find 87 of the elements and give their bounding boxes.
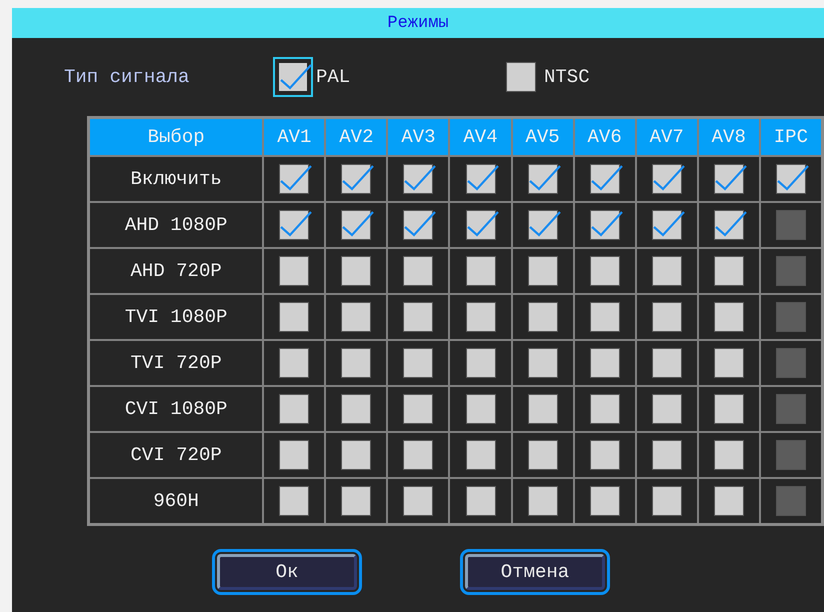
mode-checkbox[interactable] xyxy=(652,164,682,194)
mode-checkbox[interactable] xyxy=(652,348,682,378)
column-header: AV1 xyxy=(263,118,326,156)
mode-checkbox[interactable] xyxy=(714,440,744,470)
mode-checkbox[interactable] xyxy=(466,256,496,286)
mode-checkbox[interactable] xyxy=(590,302,620,332)
column-header: AV7 xyxy=(636,118,698,156)
mode-checkbox[interactable] xyxy=(590,486,620,516)
mode-checkbox[interactable] xyxy=(714,394,744,424)
mode-checkbox[interactable] xyxy=(279,256,310,286)
mode-checkbox[interactable] xyxy=(590,164,620,194)
mode-checkbox[interactable] xyxy=(528,486,558,516)
mode-checkbox[interactable] xyxy=(341,256,372,286)
mode-checkbox[interactable] xyxy=(341,210,372,240)
mode-checkbox[interactable] xyxy=(279,394,310,424)
row-label: AHD 1080P xyxy=(124,214,228,236)
signal-checkbox[interactable] xyxy=(506,62,536,92)
column-header: IPC xyxy=(760,118,822,156)
mode-checkbox[interactable] xyxy=(279,348,310,378)
mode-checkbox[interactable] xyxy=(341,348,372,378)
mode-checkbox[interactable] xyxy=(341,164,372,194)
mode-checkbox[interactable] xyxy=(714,486,744,516)
mode-checkbox[interactable] xyxy=(590,440,620,470)
mode-checkbox[interactable] xyxy=(466,348,496,378)
mode-checkbox[interactable] xyxy=(714,348,744,378)
mode-checkbox[interactable] xyxy=(403,348,434,378)
mode-checkbox[interactable] xyxy=(590,394,620,424)
column-header: AV4 xyxy=(449,118,512,156)
row-label: TVI 1080P xyxy=(124,306,228,328)
mode-checkbox[interactable] xyxy=(528,348,558,378)
mode-checkbox[interactable] xyxy=(403,440,434,470)
mode-checkbox[interactable] xyxy=(528,440,558,470)
mode-checkbox[interactable] xyxy=(403,164,434,194)
mode-checkbox[interactable] xyxy=(341,302,372,332)
row-label: CVI 1080P xyxy=(124,398,228,420)
mode-checkbox[interactable] xyxy=(652,394,682,424)
column-header: AV3 xyxy=(387,118,450,156)
row-label: Включить xyxy=(130,168,223,190)
row-label: TVI 720P xyxy=(130,352,223,374)
mode-checkbox[interactable] xyxy=(403,302,434,332)
column-header: AV8 xyxy=(698,118,760,156)
mode-checkbox[interactable] xyxy=(590,348,620,378)
mode-checkbox[interactable] xyxy=(341,394,372,424)
mode-checkbox[interactable] xyxy=(528,302,558,332)
mode-checkbox[interactable] xyxy=(652,440,682,470)
mode-checkbox[interactable] xyxy=(714,164,744,194)
mode-checkbox[interactable] xyxy=(528,210,558,240)
column-header: AV6 xyxy=(574,118,636,156)
mode-checkbox[interactable] xyxy=(776,164,806,194)
mode-checkbox[interactable] xyxy=(714,302,744,332)
mode-checkbox[interactable] xyxy=(403,486,434,516)
mode-checkbox[interactable] xyxy=(279,210,310,240)
mode-checkbox[interactable] xyxy=(528,256,558,286)
mode-checkbox[interactable] xyxy=(466,302,496,332)
mode-checkbox[interactable] xyxy=(590,210,620,240)
mode-checkbox[interactable] xyxy=(652,302,682,332)
mode-checkbox[interactable] xyxy=(403,256,434,286)
mode-checkbox[interactable] xyxy=(279,440,310,470)
mode-checkbox[interactable] xyxy=(466,394,496,424)
mode-checkbox[interactable] xyxy=(714,256,744,286)
mode-checkbox[interactable] xyxy=(714,210,744,240)
mode-checkbox[interactable] xyxy=(528,394,558,424)
mode-checkbox[interactable] xyxy=(341,486,372,516)
mode-checkbox[interactable] xyxy=(466,486,496,516)
mode-checkbox[interactable] xyxy=(403,210,434,240)
signal-option-label: NTSC xyxy=(544,66,590,88)
signal-type-label: Тип сигнала xyxy=(64,66,190,88)
mode-checkbox[interactable] xyxy=(528,164,558,194)
column-header: AV5 xyxy=(512,118,574,156)
column-header: Выбор xyxy=(88,118,264,156)
mode-checkbox[interactable] xyxy=(403,394,434,424)
column-header: AV2 xyxy=(325,118,388,156)
mode-checkbox[interactable] xyxy=(652,210,682,240)
mode-checkbox[interactable] xyxy=(279,302,310,332)
mode-checkbox[interactable] xyxy=(341,440,372,470)
mode-checkbox[interactable] xyxy=(279,486,310,516)
mode-checkbox[interactable] xyxy=(590,256,620,286)
row-label: CVI 720P xyxy=(130,444,223,466)
mode-checkbox[interactable] xyxy=(652,486,682,516)
signal-option-label: PAL xyxy=(316,66,350,88)
signal-checkbox[interactable] xyxy=(273,57,313,97)
mode-checkbox[interactable] xyxy=(466,440,496,470)
mode-checkbox[interactable] xyxy=(652,256,682,286)
mode-checkbox[interactable] xyxy=(279,164,310,194)
row-label: AHD 720P xyxy=(130,260,223,282)
window-title: Режимы xyxy=(12,8,824,38)
row-label: 960H xyxy=(152,490,200,512)
